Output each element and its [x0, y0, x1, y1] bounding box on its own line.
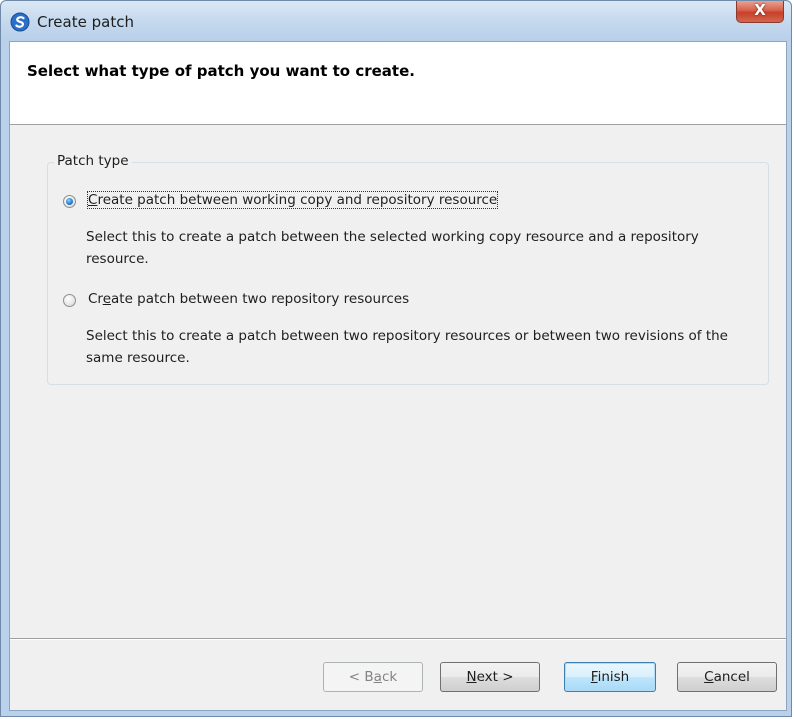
cancel-button[interactable]: Cancel [677, 662, 777, 692]
dialog-content: Select what type of patch you want to cr… [9, 41, 787, 711]
cancel-label-post: ancel [713, 669, 750, 685]
next-label-mnemonic: N [466, 669, 477, 685]
close-button[interactable]: X [736, 1, 784, 23]
close-icon: X [754, 1, 766, 19]
option-2-label-mnemonic: e [102, 291, 111, 307]
finish-label-post: inish [597, 669, 630, 685]
title-bar[interactable]: Create patch X [1, 1, 791, 41]
patch-type-legend: Patch type [54, 153, 132, 169]
window-title: Create patch [37, 13, 134, 31]
finish-label-mnemonic: F [590, 669, 598, 685]
next-button[interactable]: Next > [440, 662, 540, 692]
app-icon [10, 12, 30, 32]
option-2-label-pre: Cr [88, 291, 103, 307]
next-label-post: ext > [476, 669, 514, 685]
back-label-mnemonic: a [373, 669, 382, 685]
option-2-label-post: ate patch between two repository resourc… [111, 291, 410, 307]
cancel-label-mnemonic: C [704, 669, 714, 685]
create-patch-dialog: Create patch X Select what type of patch… [0, 0, 792, 717]
finish-button[interactable]: Finish [564, 662, 656, 692]
option-two-repository-resources-label[interactable]: Create patch between two repository reso… [88, 291, 409, 307]
option-working-copy-vs-repository-label[interactable]: Create patch between working copy and re… [86, 191, 499, 209]
back-label-post: ck [381, 669, 398, 685]
radio-working-copy-vs-repository[interactable] [63, 195, 76, 208]
option-working-copy-vs-repository-description: Select this to create a patch between th… [86, 229, 699, 267]
footer-separator [10, 638, 786, 640]
back-button[interactable]: < Back [323, 662, 423, 692]
back-label-pre: < B [348, 669, 374, 685]
option-two-repository-resources-description: Select this to create a patch between tw… [86, 328, 728, 366]
option-1-label-post: reate patch between working copy and rep… [97, 192, 498, 208]
wizard-header: Select what type of patch you want to cr… [10, 42, 786, 125]
wizard-instruction: Select what type of patch you want to cr… [27, 62, 415, 80]
radio-two-repository-resources[interactable] [63, 294, 76, 307]
